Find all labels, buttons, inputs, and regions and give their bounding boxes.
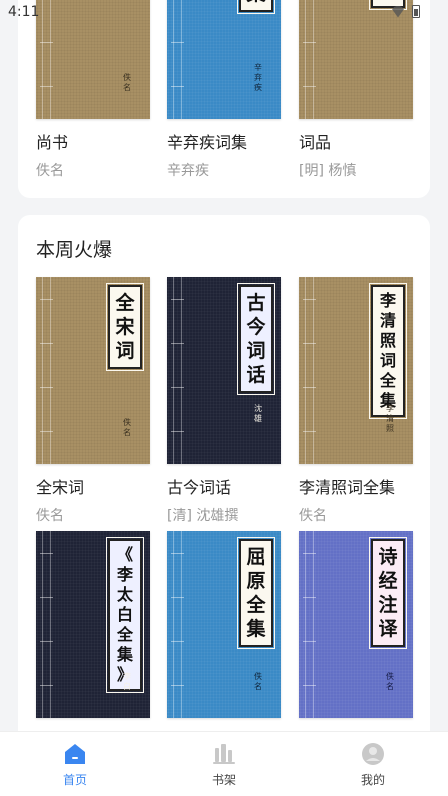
hot-section-card: 本周火爆 全 宋 词 佚名 全宋词 佚名 古 今 词 话 沈雄 古今词话 [清]… xyxy=(18,215,430,755)
status-bar: 4:11 xyxy=(0,0,448,26)
book-cover[interactable]: 诗 经 注 译 佚名 xyxy=(299,531,413,718)
cover-title-slip: 屈 原 全 集 xyxy=(237,537,275,649)
book-author: 辛弃疾 xyxy=(167,163,209,179)
book-cover[interactable]: 《 李 太 白 全 集 》 李白 xyxy=(36,531,150,718)
book-title[interactable]: 尚书 xyxy=(36,129,68,153)
book-title[interactable]: 辛弃疾词集 xyxy=(167,129,247,153)
section-title: 本周火爆 xyxy=(36,239,113,261)
wifi-icon xyxy=(392,5,404,18)
tab-home[interactable]: 首页 xyxy=(35,742,115,788)
cover-author-stamp: 佚名 xyxy=(123,73,131,92)
tab-label: 首页 xyxy=(62,773,87,787)
tab-bookshelf[interactable]: 书架 xyxy=(184,742,264,788)
cover-title-slip: 李 清 照 词 全 集 xyxy=(369,283,407,419)
book-author: 佚名 xyxy=(36,163,64,179)
book-author: 佚名 xyxy=(36,508,64,524)
book-cover[interactable]: 古 今 词 话 沈雄 xyxy=(167,277,281,464)
tab-profile[interactable]: 我的 xyxy=(333,742,413,788)
book-title[interactable]: 古今词话 xyxy=(167,474,231,498)
cover-title-slip: 《 李 太 白 全 集 》 xyxy=(106,537,144,693)
book-title[interactable]: 全宋词 xyxy=(36,474,84,498)
cover-author-stamp: 佚名 xyxy=(123,418,131,437)
bookshelf-icon xyxy=(213,744,235,764)
bottom-tab-bar: 首页 书架 我的 xyxy=(0,731,448,796)
cover-author-stamp: 辛弃疾 xyxy=(254,63,262,92)
battery-icon xyxy=(412,5,420,18)
tab-label: 我的 xyxy=(360,773,385,787)
cover-author-stamp: 佚名 xyxy=(386,672,394,691)
profile-icon xyxy=(362,743,384,765)
book-cover[interactable]: 屈 原 全 集 佚名 xyxy=(167,531,281,718)
cover-author-stamp: 沈雄 xyxy=(254,404,262,423)
cover-title-slip: 古 今 词 话 xyxy=(237,283,275,395)
book-title[interactable]: 李清照词全集 xyxy=(299,474,395,498)
book-title[interactable]: 词品 xyxy=(299,129,331,153)
book-cover[interactable]: 李 清 照 词 全 集 李清照 xyxy=(299,277,413,464)
book-cover[interactable]: 全 宋 词 佚名 xyxy=(36,277,150,464)
home-icon xyxy=(65,744,85,764)
cover-title-slip: 全 宋 词 xyxy=(106,283,144,371)
cover-title-slip: 诗 经 注 译 xyxy=(369,537,407,649)
book-author: 佚名 xyxy=(299,508,327,524)
book-author: [清] 沈雄撰 xyxy=(167,508,239,524)
status-time: 4:11 xyxy=(8,4,40,20)
cover-author-stamp: 佚名 xyxy=(254,672,262,691)
cover-author-stamp: 李白 xyxy=(123,672,131,691)
tab-label: 书架 xyxy=(211,773,236,787)
book-author: [明] 杨慎 xyxy=(299,163,357,179)
cover-author-stamp: 李清照 xyxy=(386,404,394,433)
top-books-card: 书 佚名 尚书 佚名 词 集 辛弃疾 辛弃疾词集 辛弃疾 杨 慎 词品 [明] … xyxy=(18,0,430,198)
